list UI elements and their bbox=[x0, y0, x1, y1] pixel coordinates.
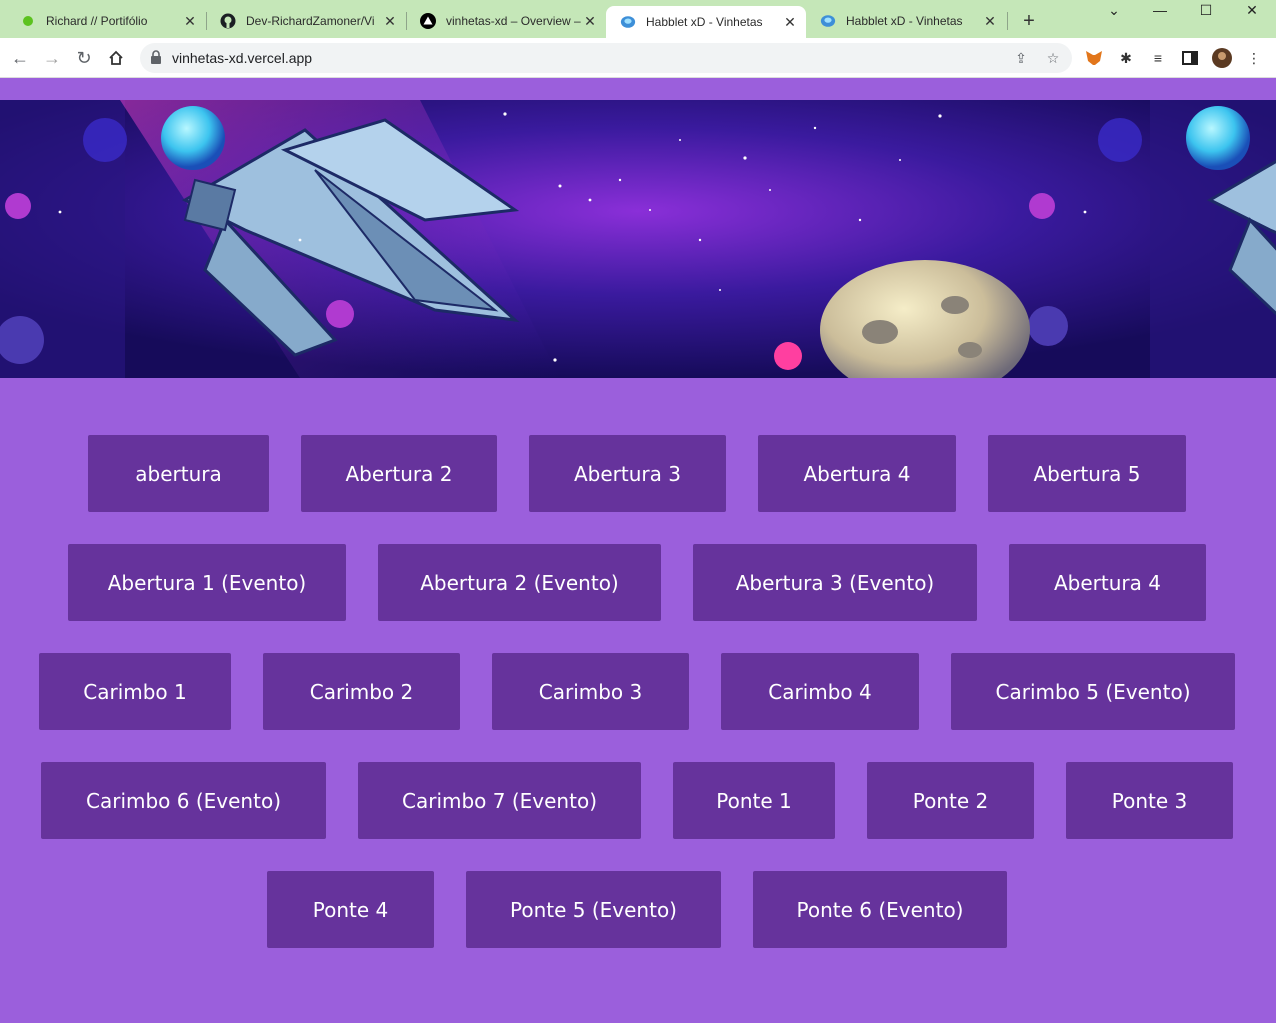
vinheta-button[interactable]: Abertura 2 bbox=[301, 435, 497, 512]
vinheta-button[interactable]: Ponte 1 bbox=[673, 762, 835, 839]
vinheta-button[interactable]: Abertura 4 bbox=[758, 435, 956, 512]
vinheta-button[interactable]: Carimbo 2 bbox=[263, 653, 460, 730]
window-close-icon[interactable]: ✕ bbox=[1232, 0, 1272, 20]
vinheta-button[interactable]: Abertura 2 (Evento) bbox=[378, 544, 661, 621]
maximize-icon[interactable]: ☐ bbox=[1186, 0, 1226, 20]
vercel-icon bbox=[420, 13, 436, 29]
share-icon[interactable]: ⇪ bbox=[1012, 49, 1030, 67]
vinheta-button[interactable]: Abertura 3 bbox=[529, 435, 726, 512]
space-banner-image bbox=[0, 100, 1276, 378]
tab-title: Dev-RichardZamoner/Vi bbox=[246, 14, 375, 28]
url-text: vinhetas-xd.vercel.app bbox=[172, 50, 313, 66]
media-control-icon[interactable]: ≡ bbox=[1148, 48, 1168, 68]
habblet-icon bbox=[820, 13, 836, 29]
vinheta-button[interactable]: Carimbo 6 (Evento) bbox=[41, 762, 326, 839]
vinheta-button[interactable]: Carimbo 4 bbox=[721, 653, 919, 730]
bookmark-star-icon[interactable]: ☆ bbox=[1044, 49, 1062, 67]
vinheta-button[interactable]: Abertura 5 bbox=[988, 435, 1186, 512]
page-content: abertura Abertura 2 Abertura 3 Abertura … bbox=[0, 78, 1276, 1023]
side-panel-icon[interactable] bbox=[1180, 48, 1200, 68]
habblet-icon bbox=[620, 14, 636, 30]
vinheta-button[interactable]: Carimbo 5 (Evento) bbox=[951, 653, 1235, 730]
vinheta-button[interactable]: Ponte 6 (Evento) bbox=[753, 871, 1007, 948]
vinheta-button[interactable]: Abertura 1 (Evento) bbox=[68, 544, 346, 621]
close-icon[interactable]: ✕ bbox=[982, 13, 998, 29]
menu-kebab-icon[interactable]: ⋮ bbox=[1244, 48, 1264, 68]
tab-search-chevron-icon[interactable]: ⌄ bbox=[1094, 0, 1134, 20]
extensions-puzzle-icon[interactable]: ✱ bbox=[1116, 48, 1136, 68]
home-icon[interactable] bbox=[104, 46, 128, 70]
vinheta-button[interactable]: Ponte 3 bbox=[1066, 762, 1233, 839]
green-dot-icon bbox=[20, 13, 36, 29]
address-bar[interactable]: vinhetas-xd.vercel.app ⇪ ☆ bbox=[140, 43, 1072, 73]
vinheta-button[interactable]: Ponte 4 bbox=[267, 871, 434, 948]
tab-title: Habblet xD - Vinhetas bbox=[846, 14, 963, 28]
tab-vercel[interactable]: vinhetas-xd – Overview – ✕ bbox=[406, 6, 606, 36]
minimize-icon[interactable]: — bbox=[1140, 0, 1180, 20]
tab-title: vinhetas-xd – Overview – bbox=[446, 14, 581, 28]
profile-avatar[interactable] bbox=[1212, 48, 1232, 68]
close-icon[interactable]: ✕ bbox=[182, 13, 198, 29]
tab-github[interactable]: Dev-RichardZamoner/Vi ✕ bbox=[206, 6, 406, 36]
vinheta-button[interactable]: Abertura 4 bbox=[1009, 544, 1206, 621]
vinheta-button[interactable]: abertura bbox=[88, 435, 269, 512]
vinheta-button[interactable]: Abertura 3 (Evento) bbox=[693, 544, 977, 621]
browser-toolbar: ← → ↻ vinhetas-xd.vercel.app ⇪ ☆ ✱ ≡ ⋮ bbox=[0, 38, 1276, 78]
vinheta-button[interactable]: Carimbo 3 bbox=[492, 653, 689, 730]
back-arrow-icon[interactable]: ← bbox=[8, 46, 32, 70]
tab-divider bbox=[1007, 12, 1008, 30]
vinheta-button[interactable]: Carimbo 7 (Evento) bbox=[358, 762, 641, 839]
github-icon bbox=[220, 13, 236, 29]
close-icon[interactable]: ✕ bbox=[582, 13, 598, 29]
close-icon[interactable]: ✕ bbox=[782, 14, 798, 30]
forward-arrow-icon[interactable]: → bbox=[40, 46, 64, 70]
vinheta-button[interactable]: Carimbo 1 bbox=[39, 653, 231, 730]
vinheta-button[interactable]: Ponte 5 (Evento) bbox=[466, 871, 721, 948]
lock-icon[interactable] bbox=[150, 50, 164, 66]
new-tab-button[interactable]: + bbox=[1017, 9, 1041, 33]
metamask-fox-icon[interactable] bbox=[1084, 48, 1104, 68]
tab-title: Richard // Portifólio bbox=[46, 14, 148, 28]
tab-habblet-active[interactable]: Habblet xD - Vinhetas ✕ bbox=[606, 6, 806, 38]
tab-strip: Richard // Portifólio ✕ Dev-RichardZamon… bbox=[0, 0, 1276, 38]
close-icon[interactable]: ✕ bbox=[382, 13, 398, 29]
tab-portfolio[interactable]: Richard // Portifólio ✕ bbox=[6, 6, 206, 36]
tab-title: Habblet xD - Vinhetas bbox=[646, 15, 763, 29]
vinheta-button[interactable]: Ponte 2 bbox=[867, 762, 1034, 839]
tab-habblet[interactable]: Habblet xD - Vinhetas ✕ bbox=[806, 6, 1006, 36]
reload-icon[interactable]: ↻ bbox=[72, 46, 96, 70]
